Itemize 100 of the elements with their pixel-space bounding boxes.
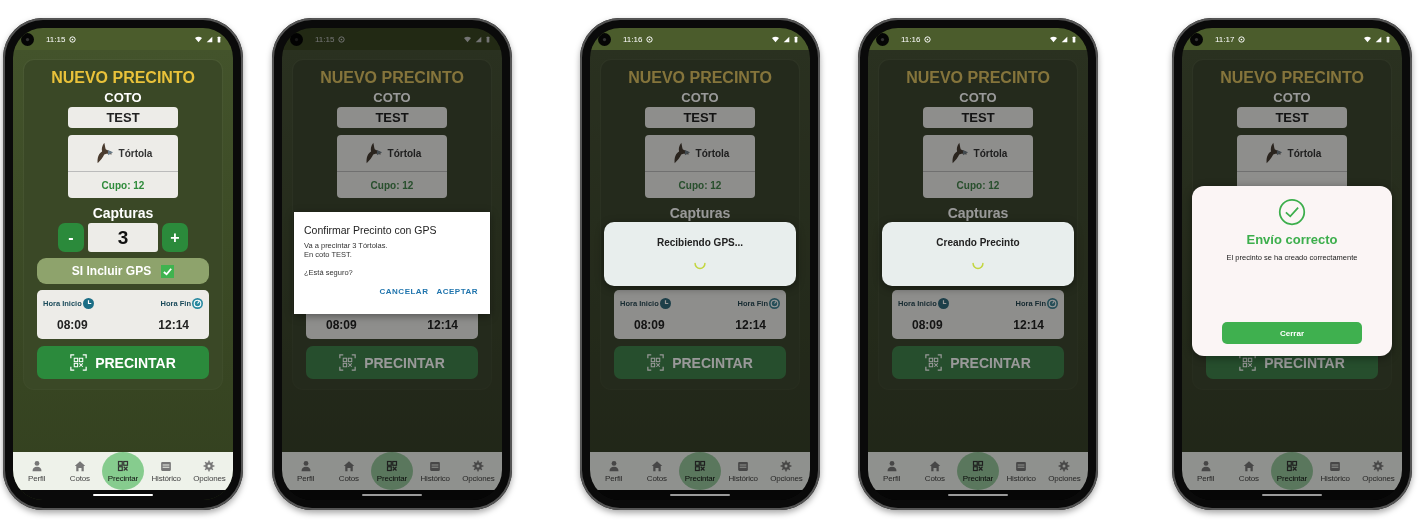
- person-icon: [299, 459, 312, 472]
- species-name: Tórtola: [387, 147, 422, 159]
- start-time[interactable]: 08:09: [326, 318, 357, 333]
- nav-tab[interactable]: Opciones: [188, 452, 231, 490]
- end-time[interactable]: 12:14: [1013, 318, 1044, 333]
- qr-icon: [385, 459, 398, 472]
- wifi-icon: [772, 35, 779, 43]
- nav-tab[interactable]: Histórico: [1314, 452, 1357, 490]
- status-time: 11:15: [46, 34, 66, 44]
- quota-label: Cupo: 12: [678, 179, 722, 191]
- house-icon: [928, 459, 941, 472]
- camera-icon: [876, 32, 889, 46]
- gps-toggle[interactable]: SI Incluir GPS: [37, 258, 209, 284]
- section-label: COTO: [373, 90, 411, 106]
- home-indicator[interactable]: [1262, 493, 1322, 497]
- clock-icon[interactable]: [937, 298, 949, 310]
- nav-tab[interactable]: Precintar: [1270, 452, 1313, 490]
- sync-icon: [338, 35, 346, 43]
- nav-tab[interactable]: Opciones: [1357, 452, 1400, 490]
- start-time[interactable]: 08:09: [634, 318, 665, 333]
- nav-tab[interactable]: Histórico: [414, 452, 457, 490]
- nav-tab[interactable]: Opciones: [765, 452, 808, 490]
- precintar-button[interactable]: PRECINTAR: [306, 346, 478, 379]
- section-label: Capturas: [669, 204, 731, 222]
- decrement-button[interactable]: -: [58, 223, 84, 252]
- person-icon: [607, 459, 620, 472]
- close-button[interactable]: Cerrar: [1222, 322, 1362, 344]
- screen-title: NUEVO PRECINTO: [1220, 68, 1364, 87]
- section-label: COTO: [1273, 90, 1311, 106]
- clock-icon[interactable]: [192, 298, 203, 310]
- person-icon: [30, 459, 43, 472]
- loading-message: Recibiendo GPS...: [656, 236, 744, 248]
- dialog-action[interactable]: ACEPTAR: [434, 285, 480, 298]
- home-indicator[interactable]: [948, 493, 1008, 497]
- nav-tab[interactable]: Cotos: [327, 452, 370, 490]
- clock-icon[interactable]: [1047, 298, 1058, 310]
- home-indicator[interactable]: [362, 493, 422, 497]
- clock-icon[interactable]: [659, 298, 671, 310]
- precintar-button[interactable]: PRECINTAR: [892, 346, 1064, 379]
- battery-icon: [794, 35, 798, 43]
- start-time[interactable]: 08:09: [912, 318, 943, 333]
- calendar-icon: [160, 459, 173, 472]
- gear-icon: [1058, 459, 1071, 472]
- quota-label: Cupo: 12: [956, 179, 1000, 191]
- increment-button[interactable]: +: [162, 223, 188, 252]
- species-name: Tórtola: [1287, 147, 1322, 159]
- signal-icon: [1375, 35, 1382, 43]
- nav-tab[interactable]: Precintar: [370, 452, 413, 490]
- end-time[interactable]: 12:14: [735, 318, 766, 333]
- home-indicator[interactable]: [93, 493, 153, 497]
- wifi-icon: [1364, 35, 1371, 43]
- nav-tab[interactable]: Histórico: [145, 452, 188, 490]
- clock-icon[interactable]: [769, 298, 780, 310]
- nav-tab[interactable]: Histórico: [1000, 452, 1043, 490]
- home-indicator[interactable]: [670, 493, 730, 497]
- loading-message: Creando Precinto: [936, 236, 1020, 248]
- wifi-icon: [195, 35, 202, 43]
- species-name: Tórtola: [118, 147, 153, 159]
- nav-tab[interactable]: Cotos: [58, 452, 101, 490]
- nav-tab[interactable]: Perfil: [15, 452, 58, 490]
- camera-icon: [290, 32, 303, 46]
- section-label: COTO: [681, 90, 719, 106]
- nav-tab[interactable]: Perfil: [592, 452, 635, 490]
- qr-icon: [693, 459, 706, 472]
- precintar-button[interactable]: PRECINTAR: [37, 346, 209, 379]
- nav-tab[interactable]: Cotos: [913, 452, 956, 490]
- person-icon: [885, 459, 898, 472]
- battery-icon: [1072, 35, 1076, 43]
- quota-label: Cupo: 12: [101, 179, 145, 191]
- nav-tab[interactable]: Perfil: [870, 452, 913, 490]
- qr-scan-icon: [925, 354, 943, 371]
- end-time[interactable]: 12:14: [427, 318, 458, 333]
- house-icon: [650, 459, 663, 472]
- gear-icon: [203, 459, 216, 472]
- qr-scan-icon: [339, 354, 357, 371]
- nav-tab[interactable]: Histórico: [722, 452, 765, 490]
- dialog-action[interactable]: CANCELAR: [377, 285, 431, 298]
- nav-tab[interactable]: Perfil: [284, 452, 327, 490]
- signal-icon: [1061, 35, 1068, 43]
- nav-tab[interactable]: Perfil: [1184, 452, 1227, 490]
- screen-title: NUEVO PRECINTO: [51, 68, 195, 87]
- nav-tab[interactable]: Cotos: [1227, 452, 1270, 490]
- nav-tab[interactable]: Precintar: [678, 452, 721, 490]
- qr-scan-icon: [70, 354, 88, 371]
- gear-icon: [1372, 459, 1385, 472]
- start-time[interactable]: 08:09: [57, 318, 88, 333]
- signal-icon: [206, 35, 213, 43]
- sync-icon: [1238, 35, 1246, 43]
- calendar-icon: [1329, 459, 1342, 472]
- checkbox[interactable]: [161, 264, 175, 278]
- check-circle-icon: [1278, 198, 1306, 226]
- nav-tab[interactable]: Opciones: [457, 452, 500, 490]
- nav-tab[interactable]: Opciones: [1043, 452, 1086, 490]
- clock-icon[interactable]: [82, 298, 94, 310]
- nav-tab[interactable]: Cotos: [635, 452, 678, 490]
- count-field[interactable]: 3: [88, 223, 158, 252]
- nav-tab[interactable]: Precintar: [101, 452, 144, 490]
- precintar-button[interactable]: PRECINTAR: [614, 346, 786, 379]
- end-time[interactable]: 12:14: [158, 318, 189, 333]
- nav-tab[interactable]: Precintar: [956, 452, 999, 490]
